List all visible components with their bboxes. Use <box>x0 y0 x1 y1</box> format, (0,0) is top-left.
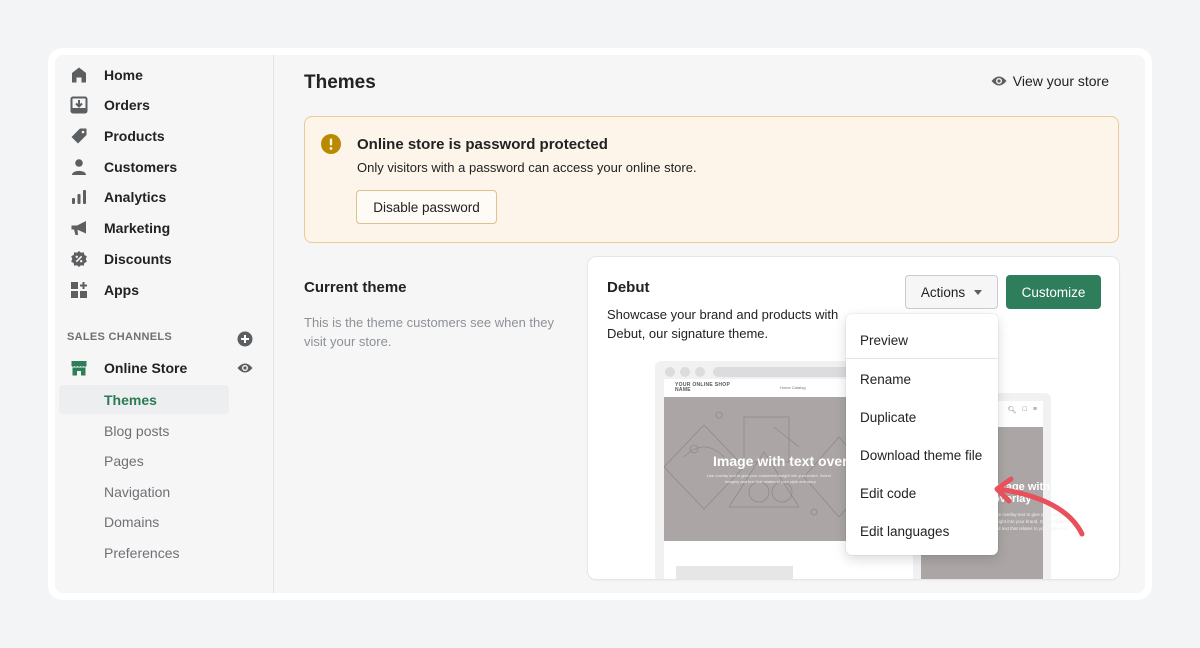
sidebar-item-apps[interactable]: Apps <box>59 275 229 305</box>
view-store-label: View your store <box>1012 73 1109 89</box>
sidebar-item-label: Apps <box>104 282 139 298</box>
apps-icon <box>69 280 89 300</box>
actions-dropdown-menu: Preview Rename Duplicate Download theme … <box>846 314 998 555</box>
menu-item-edit-languages[interactable]: Edit languages <box>846 513 998 549</box>
theme-name: Debut <box>607 279 650 296</box>
sidebar-item-analytics[interactable]: Analytics <box>59 182 229 212</box>
menu-item-rename[interactable]: Rename <box>846 361 998 397</box>
sidebar-item-orders[interactable]: Orders <box>59 90 229 120</box>
mobile-header-icons: 🔍︎ □ ≡ <box>1008 406 1037 414</box>
disable-password-button[interactable]: Disable password <box>356 190 497 224</box>
mobile-hero-title-line: Image with text <box>993 481 1073 493</box>
actions-button[interactable]: Actions <box>905 275 998 309</box>
sidebar-subitem-blog-posts[interactable]: Blog posts <box>59 416 229 445</box>
banner-title: Online store is password protected <box>357 136 608 153</box>
sidebar-subitem-preferences[interactable]: Preferences <box>59 538 229 567</box>
megaphone-icon <box>69 218 89 238</box>
sidebar-item-label: Analytics <box>104 189 167 205</box>
sidebar-subitem-label: Themes <box>104 391 157 408</box>
actions-label: Actions <box>920 284 966 300</box>
person-icon <box>69 157 89 177</box>
sidebar-item-customers[interactable]: Customers <box>59 152 229 182</box>
discount-icon <box>69 249 89 269</box>
theme-description: Showcase your brand and products with De… <box>607 307 839 341</box>
current-theme-description: This is the theme customers see when the… <box>304 315 555 349</box>
sidebar-subitem-navigation[interactable]: Navigation <box>59 477 229 506</box>
preview-hero-text: Use overlay text to give your customers … <box>707 473 831 485</box>
mobile-hero-line: insight into your brand. Select imagery <box>993 519 1070 524</box>
sidebar-item-marketing[interactable]: Marketing <box>59 213 229 243</box>
sidebar-subitem-label: Navigation <box>104 483 171 500</box>
sidebar-item-label: Customers <box>104 159 178 175</box>
mobile-hero-title-line: overlay <box>993 493 1032 505</box>
tag-icon <box>69 126 89 146</box>
page-title: Themes <box>304 72 376 93</box>
sidebar-subitem-pages[interactable]: Pages <box>59 446 229 475</box>
admin-app: Home Orders Products Customers Analytics… <box>55 55 1145 593</box>
sidebar-subitem-label: Domains <box>104 513 160 530</box>
menu-item-download-theme-file[interactable]: Download theme file <box>846 437 998 473</box>
preview-content-block <box>676 566 793 579</box>
sidebar-subitem-themes[interactable]: Themes <box>59 385 229 414</box>
sidebar-item-home[interactable]: Home <box>59 60 229 90</box>
sidebar-item-label: Marketing <box>104 220 171 236</box>
menu-icon: ≡ <box>1032 406 1037 413</box>
preview-hero-title: Image with text overlay <box>713 453 868 469</box>
eye-icon[interactable] <box>236 359 254 377</box>
menu-item-edit-code[interactable]: Edit code <box>846 475 998 511</box>
password-warning-banner: Online store is password protected Only … <box>304 116 1119 243</box>
window-dots <box>665 367 705 377</box>
store-icon <box>69 358 89 378</box>
sidebar-subitem-domains[interactable]: Domains <box>59 507 229 536</box>
sidebar-item-label: Home <box>104 67 143 83</box>
sales-channels-heading: SALES CHANNELS <box>67 331 173 343</box>
sidebar-subitem-label: Blog posts <box>104 422 170 439</box>
menu-divider <box>846 358 998 359</box>
main-content: Themes View your store Online store is p… <box>275 55 1145 593</box>
sidebar-item-label: Products <box>104 128 165 144</box>
search-icon: 🔍︎ <box>1007 407 1017 414</box>
customize-button[interactable]: Customize <box>1006 275 1101 309</box>
sidebar-item-label: Orders <box>104 97 150 113</box>
menu-item-duplicate[interactable]: Duplicate <box>846 399 998 435</box>
warning-icon <box>321 134 341 159</box>
sidebar-item-online-store[interactable]: Online Store <box>59 353 229 383</box>
screenshot-frame: Home Orders Products Customers Analytics… <box>48 48 1152 600</box>
current-theme-heading: Current theme <box>304 279 407 296</box>
banner-text: Only visitors with a password can access… <box>357 160 697 175</box>
caret-down-icon <box>974 289 983 295</box>
mobile-hero-text: Use overlay text to give your customers … <box>993 511 1072 532</box>
mobile-hero-title: Image with text overlay <box>993 481 1072 505</box>
preview-nav-links: Home Catalog <box>780 385 806 390</box>
view-store-link[interactable]: View your store <box>991 73 1109 89</box>
cart-icon: □ <box>1022 406 1027 413</box>
bar-chart-icon <box>69 187 89 207</box>
sidebar-item-discounts[interactable]: Discounts <box>59 244 229 274</box>
sidebar-item-products[interactable]: Products <box>59 121 229 151</box>
sidebar-item-label: Discounts <box>104 251 172 267</box>
sidebar: Home Orders Products Customers Analytics… <box>55 55 274 593</box>
sidebar-subitem-label: Preferences <box>104 544 180 561</box>
sidebar-item-label: Online Store <box>104 360 188 376</box>
menu-item-preview[interactable]: Preview <box>846 322 998 358</box>
preview-hero-line: imagery and text that relates to your st… <box>725 479 817 484</box>
preview-shop-name: YOUR ONLINE SHOP NAME <box>675 382 730 393</box>
eye-icon <box>991 75 1007 87</box>
orders-icon <box>69 95 89 115</box>
sidebar-subitem-label: Pages <box>104 452 144 469</box>
plus-circle-icon[interactable] <box>236 330 254 348</box>
mobile-hero-line: and text that relates to your style and <box>993 526 1067 531</box>
home-icon <box>69 65 89 85</box>
mobile-hero-line: Use overlay text to give your customers <box>993 512 1072 517</box>
